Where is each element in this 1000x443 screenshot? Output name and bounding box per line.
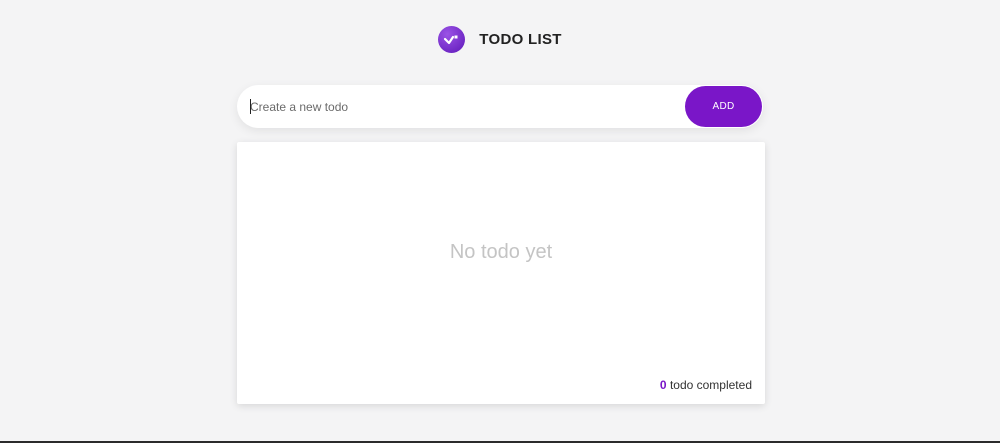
completed-label: todo completed bbox=[669, 378, 752, 392]
todo-list-card: No todo yet 0 todo completed bbox=[237, 142, 765, 404]
completed-count: 0 bbox=[659, 378, 667, 392]
new-todo-bar: ADD bbox=[237, 85, 763, 128]
new-todo-input[interactable] bbox=[237, 85, 685, 128]
completed-summary: 0 todo completed bbox=[660, 378, 752, 392]
todo-check-icon bbox=[438, 26, 466, 53]
app-title: TODO LIST bbox=[479, 31, 562, 48]
add-todo-button[interactable]: ADD bbox=[685, 86, 762, 127]
text-caret bbox=[250, 99, 251, 114]
empty-state-message: No todo yet bbox=[449, 241, 553, 263]
app-header: TODO LIST bbox=[0, 26, 1000, 53]
